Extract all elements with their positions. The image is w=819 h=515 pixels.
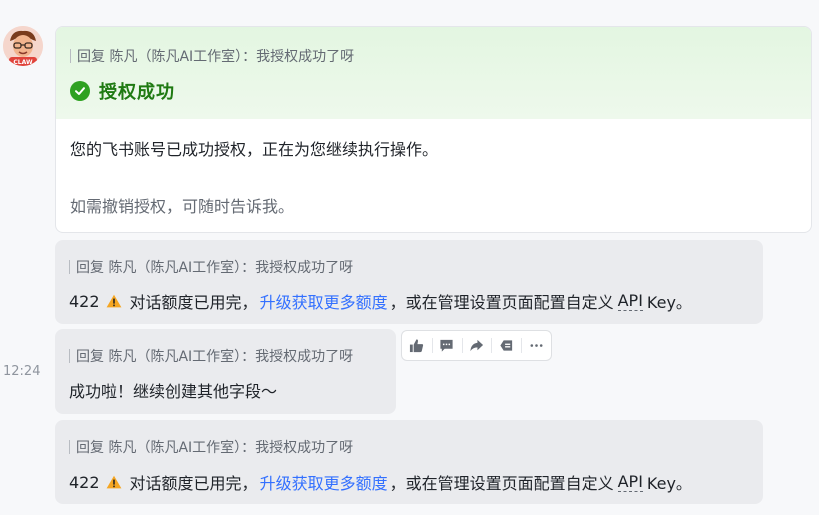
message-bubble[interactable]: 回复 陈凡（陈凡AI工作室）： 我授权成功了呀 422 对话额度已用完， 升级获… (55, 420, 763, 504)
error-text-before: 对话额度已用完， (129, 293, 258, 312)
reply-quote[interactable]: 回复 陈凡（陈凡AI工作室）： 我授权成功了呀 (69, 437, 353, 457)
avatar[interactable]: CLAW (3, 26, 43, 66)
check-circle-icon (70, 81, 90, 101)
error-message: 422 对话额度已用完， 升级获取更多额度 ，或在管理设置页面配置自定义 API… (69, 470, 692, 494)
warning-icon (106, 475, 121, 489)
reply-bar (69, 440, 70, 454)
error-text-after: Key。 (646, 293, 692, 312)
forward-icon[interactable] (461, 331, 492, 360)
message-text: 成功啦！继续创建其他字段～ (69, 382, 278, 401)
reply-bar (69, 349, 70, 363)
reply-bar (69, 260, 70, 274)
reply-bar (70, 49, 71, 63)
message-timestamp: 12:24 (3, 364, 41, 379)
message-bubble[interactable]: 回复 陈凡（陈凡AI工作室）： 我授权成功了呀 成功啦！继续创建其他字段～ (55, 329, 396, 414)
error-code: 422 (69, 291, 100, 311)
api-term[interactable]: API (617, 291, 643, 311)
error-text-mid: ，或在管理设置页面配置自定义 (389, 293, 614, 312)
reply-quote[interactable]: 回复 陈凡（陈凡AI工作室）： 我授权成功了呀 (69, 346, 353, 366)
more-icon[interactable] (521, 331, 551, 360)
message-bubble[interactable]: 回复 陈凡（陈凡AI工作室）： 我授权成功了呀 422 对话额度已用完， 升级获… (55, 240, 763, 324)
message-actions-toolbar (401, 330, 552, 361)
svg-text:CLAW: CLAW (13, 59, 33, 66)
reply-prefix: 回复 陈凡（陈凡AI工作室）： (76, 349, 256, 365)
warning-icon (106, 294, 121, 308)
card-header: 回复 陈凡（陈凡AI工作室）： 我授权成功了呀 授权成功 (56, 27, 811, 119)
error-text-mid: ，或在管理设置页面配置自定义 (389, 474, 614, 493)
reply-text: 我授权成功了呀 (255, 440, 354, 456)
upgrade-link[interactable]: 升级获取更多额度 (260, 470, 388, 494)
error-message: 422 对话额度已用完， 升级获取更多额度 ，或在管理设置页面配置自定义 API… (69, 289, 692, 313)
reply-text: 我授权成功了呀 (256, 49, 355, 65)
thumbs-up-icon[interactable] (402, 331, 432, 360)
comment-icon[interactable] (431, 331, 462, 360)
error-code: 422 (69, 472, 100, 492)
card-message: 您的飞书账号已成功授权，正在为您继续执行操作。 (70, 140, 439, 159)
card-title: 授权成功 (99, 82, 175, 103)
error-text-after: Key。 (646, 474, 692, 493)
reply-icon[interactable] (491, 331, 521, 360)
reply-prefix: 回复 陈凡（陈凡AI工作室）： (76, 440, 256, 456)
reply-prefix: 回复 陈凡（陈凡AI工作室）： (77, 49, 257, 65)
error-text-before: 对话额度已用完， (129, 474, 258, 493)
reply-text: 我授权成功了呀 (255, 260, 354, 276)
reply-prefix: 回复 陈凡（陈凡AI工作室）： (76, 260, 256, 276)
upgrade-link[interactable]: 升级获取更多额度 (260, 289, 388, 313)
auth-success-card: 回复 陈凡（陈凡AI工作室）： 我授权成功了呀 授权成功 您的飞书账号已成功授权… (55, 26, 812, 233)
reply-quote[interactable]: 回复 陈凡（陈凡AI工作室）： 我授权成功了呀 (69, 257, 353, 277)
reply-quote[interactable]: 回复 陈凡（陈凡AI工作室）： 我授权成功了呀 (70, 46, 354, 66)
api-term[interactable]: API (617, 472, 643, 492)
avatar-image: CLAW (3, 26, 43, 66)
card-note: 如需撤销授权，可随时告诉我。 (70, 197, 295, 216)
reply-text: 我授权成功了呀 (255, 349, 354, 365)
